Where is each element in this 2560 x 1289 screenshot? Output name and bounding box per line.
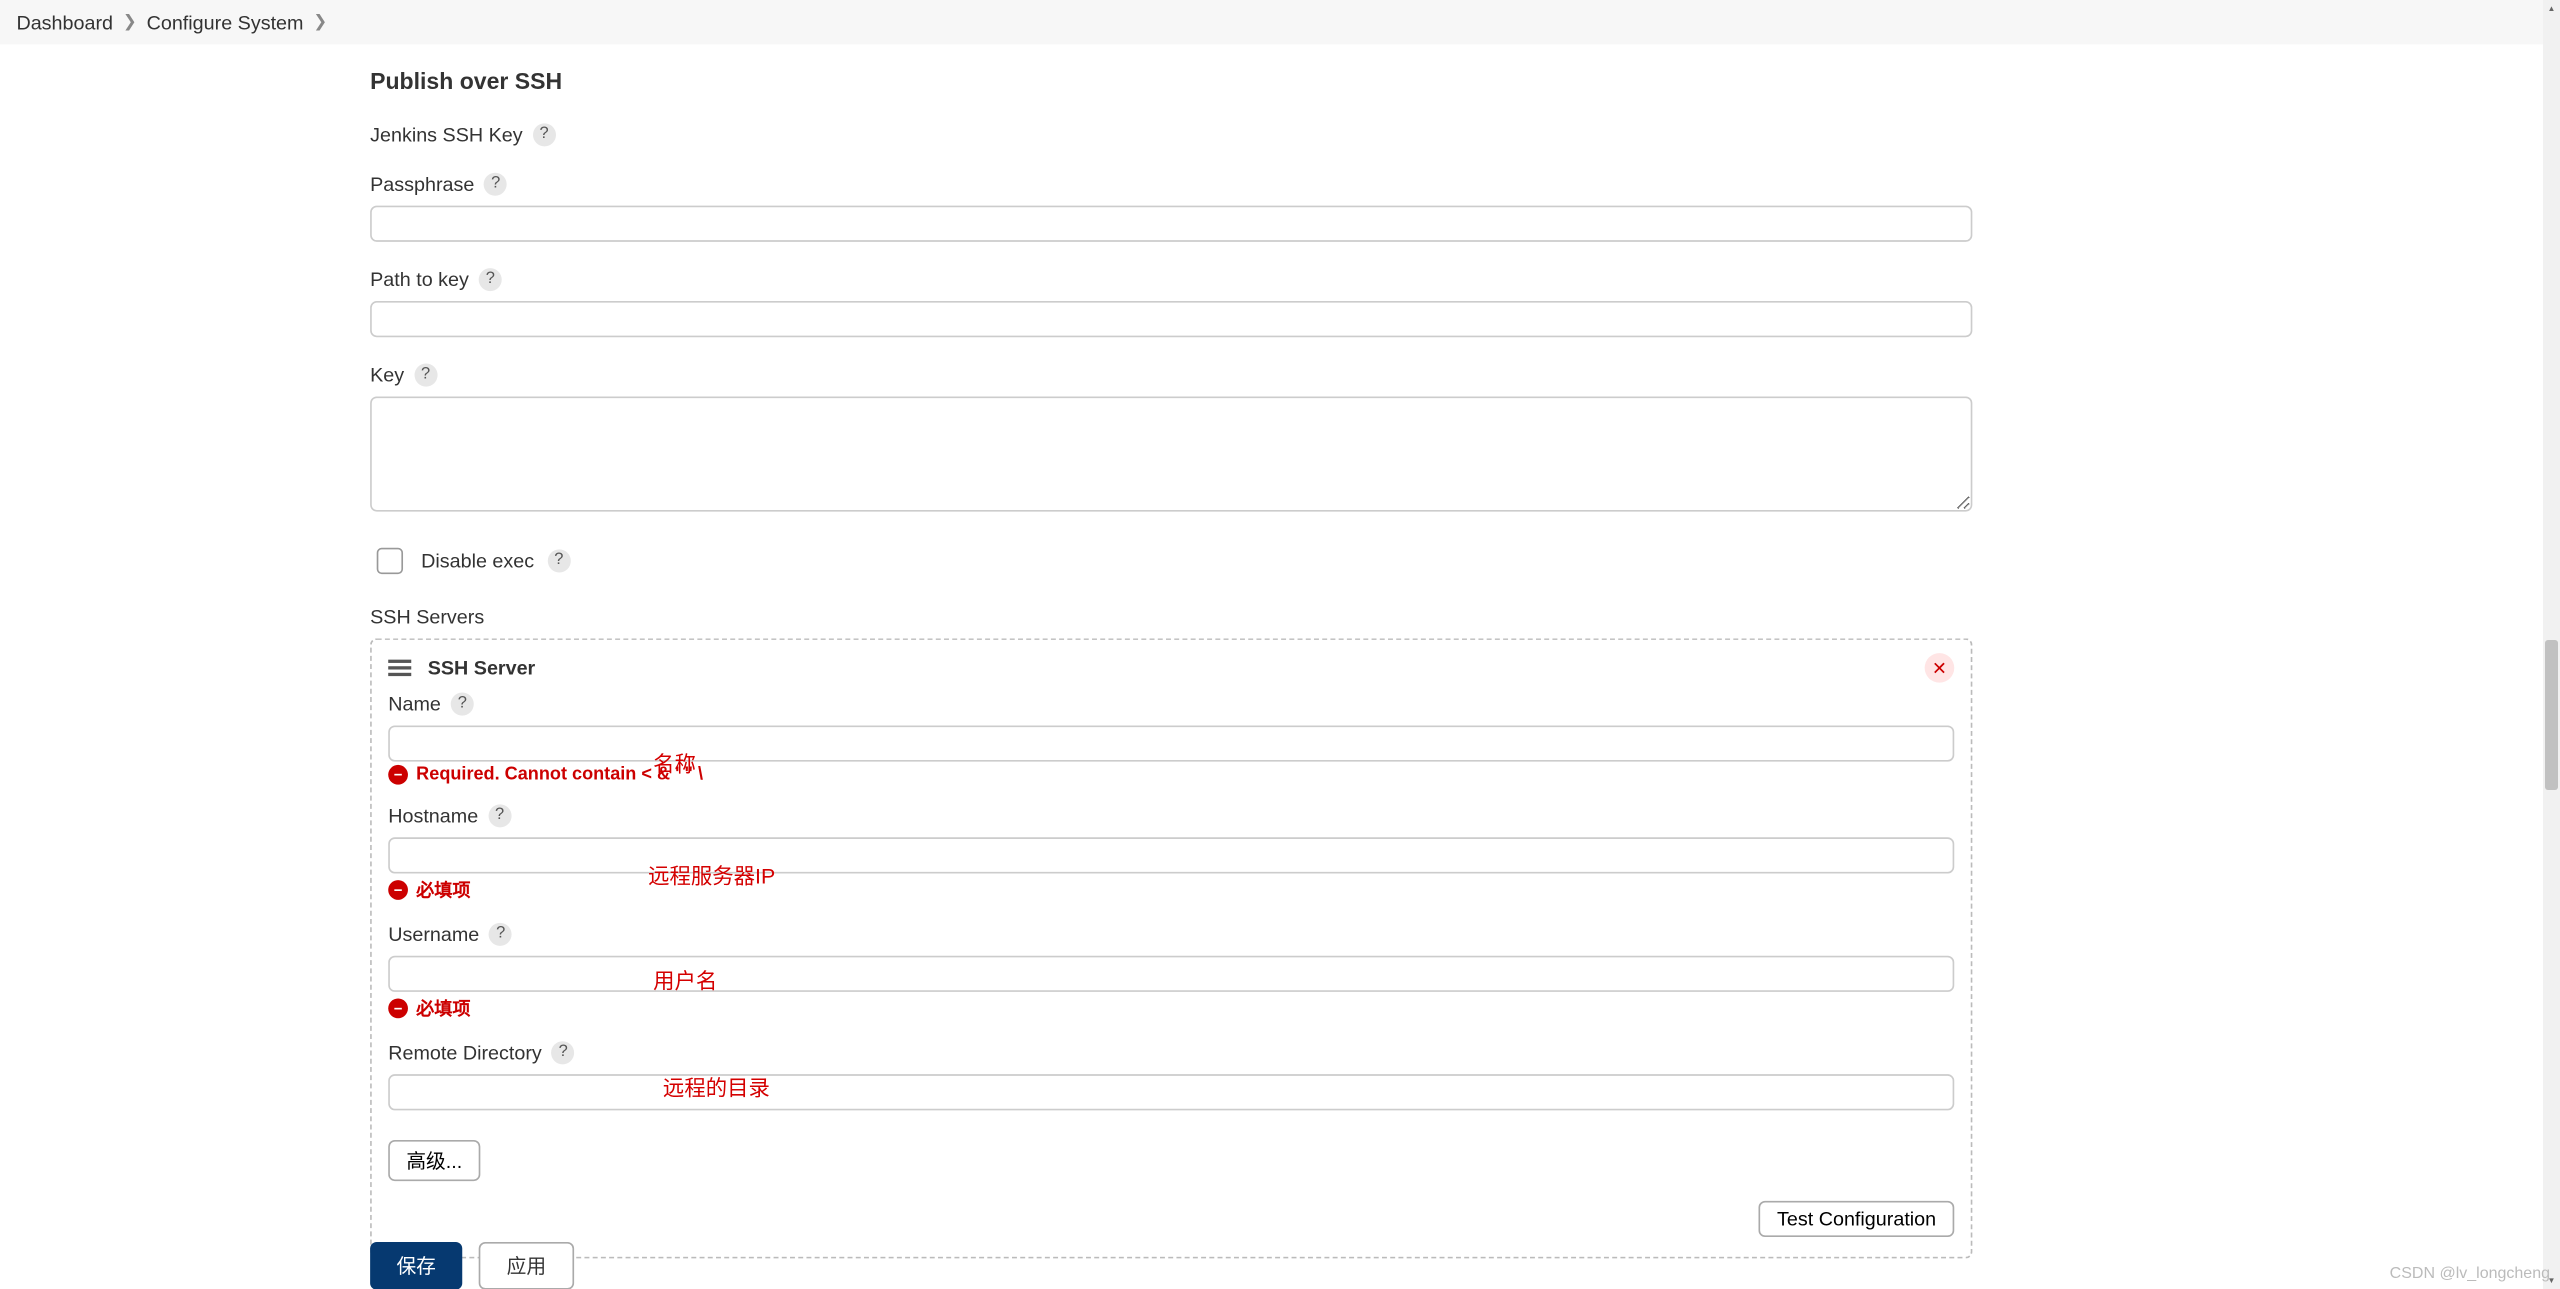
breadcrumb-dashboard[interactable]: Dashboard: [16, 11, 113, 34]
jenkins-ssh-key-label-text: Jenkins SSH Key: [370, 123, 523, 146]
section-title-publish-over-ssh: Publish over SSH: [370, 67, 1972, 93]
help-icon[interactable]: ?: [479, 268, 502, 291]
server-hostname-input[interactable]: [388, 837, 1954, 873]
help-icon[interactable]: ?: [484, 173, 507, 196]
disable-exec-checkbox[interactable]: [377, 548, 403, 574]
scroll-up-arrow-icon[interactable]: ▲: [2543, 0, 2560, 17]
jenkins-ssh-key-heading: Jenkins SSH Key ?: [370, 123, 1972, 146]
help-icon[interactable]: ?: [414, 364, 437, 387]
server-hostname-error: − 必填项: [388, 877, 1954, 903]
ssh-server-title: SSH Server: [428, 656, 536, 679]
error-icon: −: [388, 999, 408, 1019]
test-configuration-button[interactable]: Test Configuration: [1759, 1201, 1954, 1237]
remove-server-button[interactable]: ✕: [1925, 653, 1955, 683]
path-to-key-input[interactable]: [370, 301, 1972, 337]
key-textarea[interactable]: [370, 396, 1972, 511]
server-remote-dir-label: Remote Directory: [388, 1041, 542, 1064]
path-to-key-label: Path to key: [370, 268, 469, 291]
server-name-error: − Required. Cannot contain < & ' " \: [388, 765, 1954, 785]
apply-button[interactable]: 应用: [479, 1242, 574, 1289]
help-icon[interactable]: ?: [533, 123, 556, 146]
key-label: Key: [370, 364, 404, 387]
help-icon[interactable]: ?: [451, 693, 474, 716]
server-username-label: Username: [388, 923, 479, 946]
server-remote-dir-input[interactable]: [388, 1074, 1954, 1110]
server-username-error-text: 必填项: [416, 995, 470, 1021]
passphrase-input[interactable]: [370, 206, 1972, 242]
main-content: Publish over SSH Jenkins SSH Key ? Passp…: [370, 67, 1972, 1258]
server-username-error: − 必填项: [388, 995, 1954, 1021]
save-button[interactable]: 保存: [370, 1242, 462, 1289]
help-icon[interactable]: ?: [547, 549, 570, 572]
server-name-error-text: Required. Cannot contain < & ' " \: [416, 765, 703, 785]
drag-handle-icon[interactable]: [388, 660, 411, 676]
chevron-right-icon: ❯: [123, 13, 137, 31]
breadcrumb-configure-system[interactable]: Configure System: [147, 11, 304, 34]
ssh-server-container: SSH Server ✕ Name ? − Required. Cannot c…: [370, 638, 1972, 1258]
server-name-label: Name: [388, 693, 441, 716]
page-scrollbar[interactable]: ▲ ▼: [2543, 0, 2560, 1289]
scrollbar-thumb[interactable]: [2545, 640, 2558, 790]
chevron-right-icon: ❯: [313, 13, 327, 31]
advanced-button[interactable]: 高级...: [388, 1140, 480, 1181]
ssh-servers-heading: SSH Servers: [370, 605, 484, 628]
help-icon[interactable]: ?: [552, 1041, 575, 1064]
close-icon: ✕: [1932, 657, 1947, 678]
action-bar: 保存 应用: [370, 1242, 574, 1289]
disable-exec-label: Disable exec: [421, 549, 534, 572]
help-icon[interactable]: ?: [489, 923, 512, 946]
error-icon: −: [388, 880, 408, 900]
help-icon[interactable]: ?: [488, 804, 511, 827]
breadcrumb: Dashboard ❯ Configure System ❯: [0, 0, 2560, 44]
server-hostname-error-text: 必填项: [416, 877, 470, 903]
server-name-input[interactable]: [388, 725, 1954, 761]
watermark-text: CSDN @lv_longcheng: [2390, 1265, 2550, 1283]
passphrase-label: Passphrase: [370, 173, 474, 196]
error-icon: −: [388, 765, 408, 785]
server-hostname-label: Hostname: [388, 804, 478, 827]
server-username-input[interactable]: [388, 956, 1954, 992]
